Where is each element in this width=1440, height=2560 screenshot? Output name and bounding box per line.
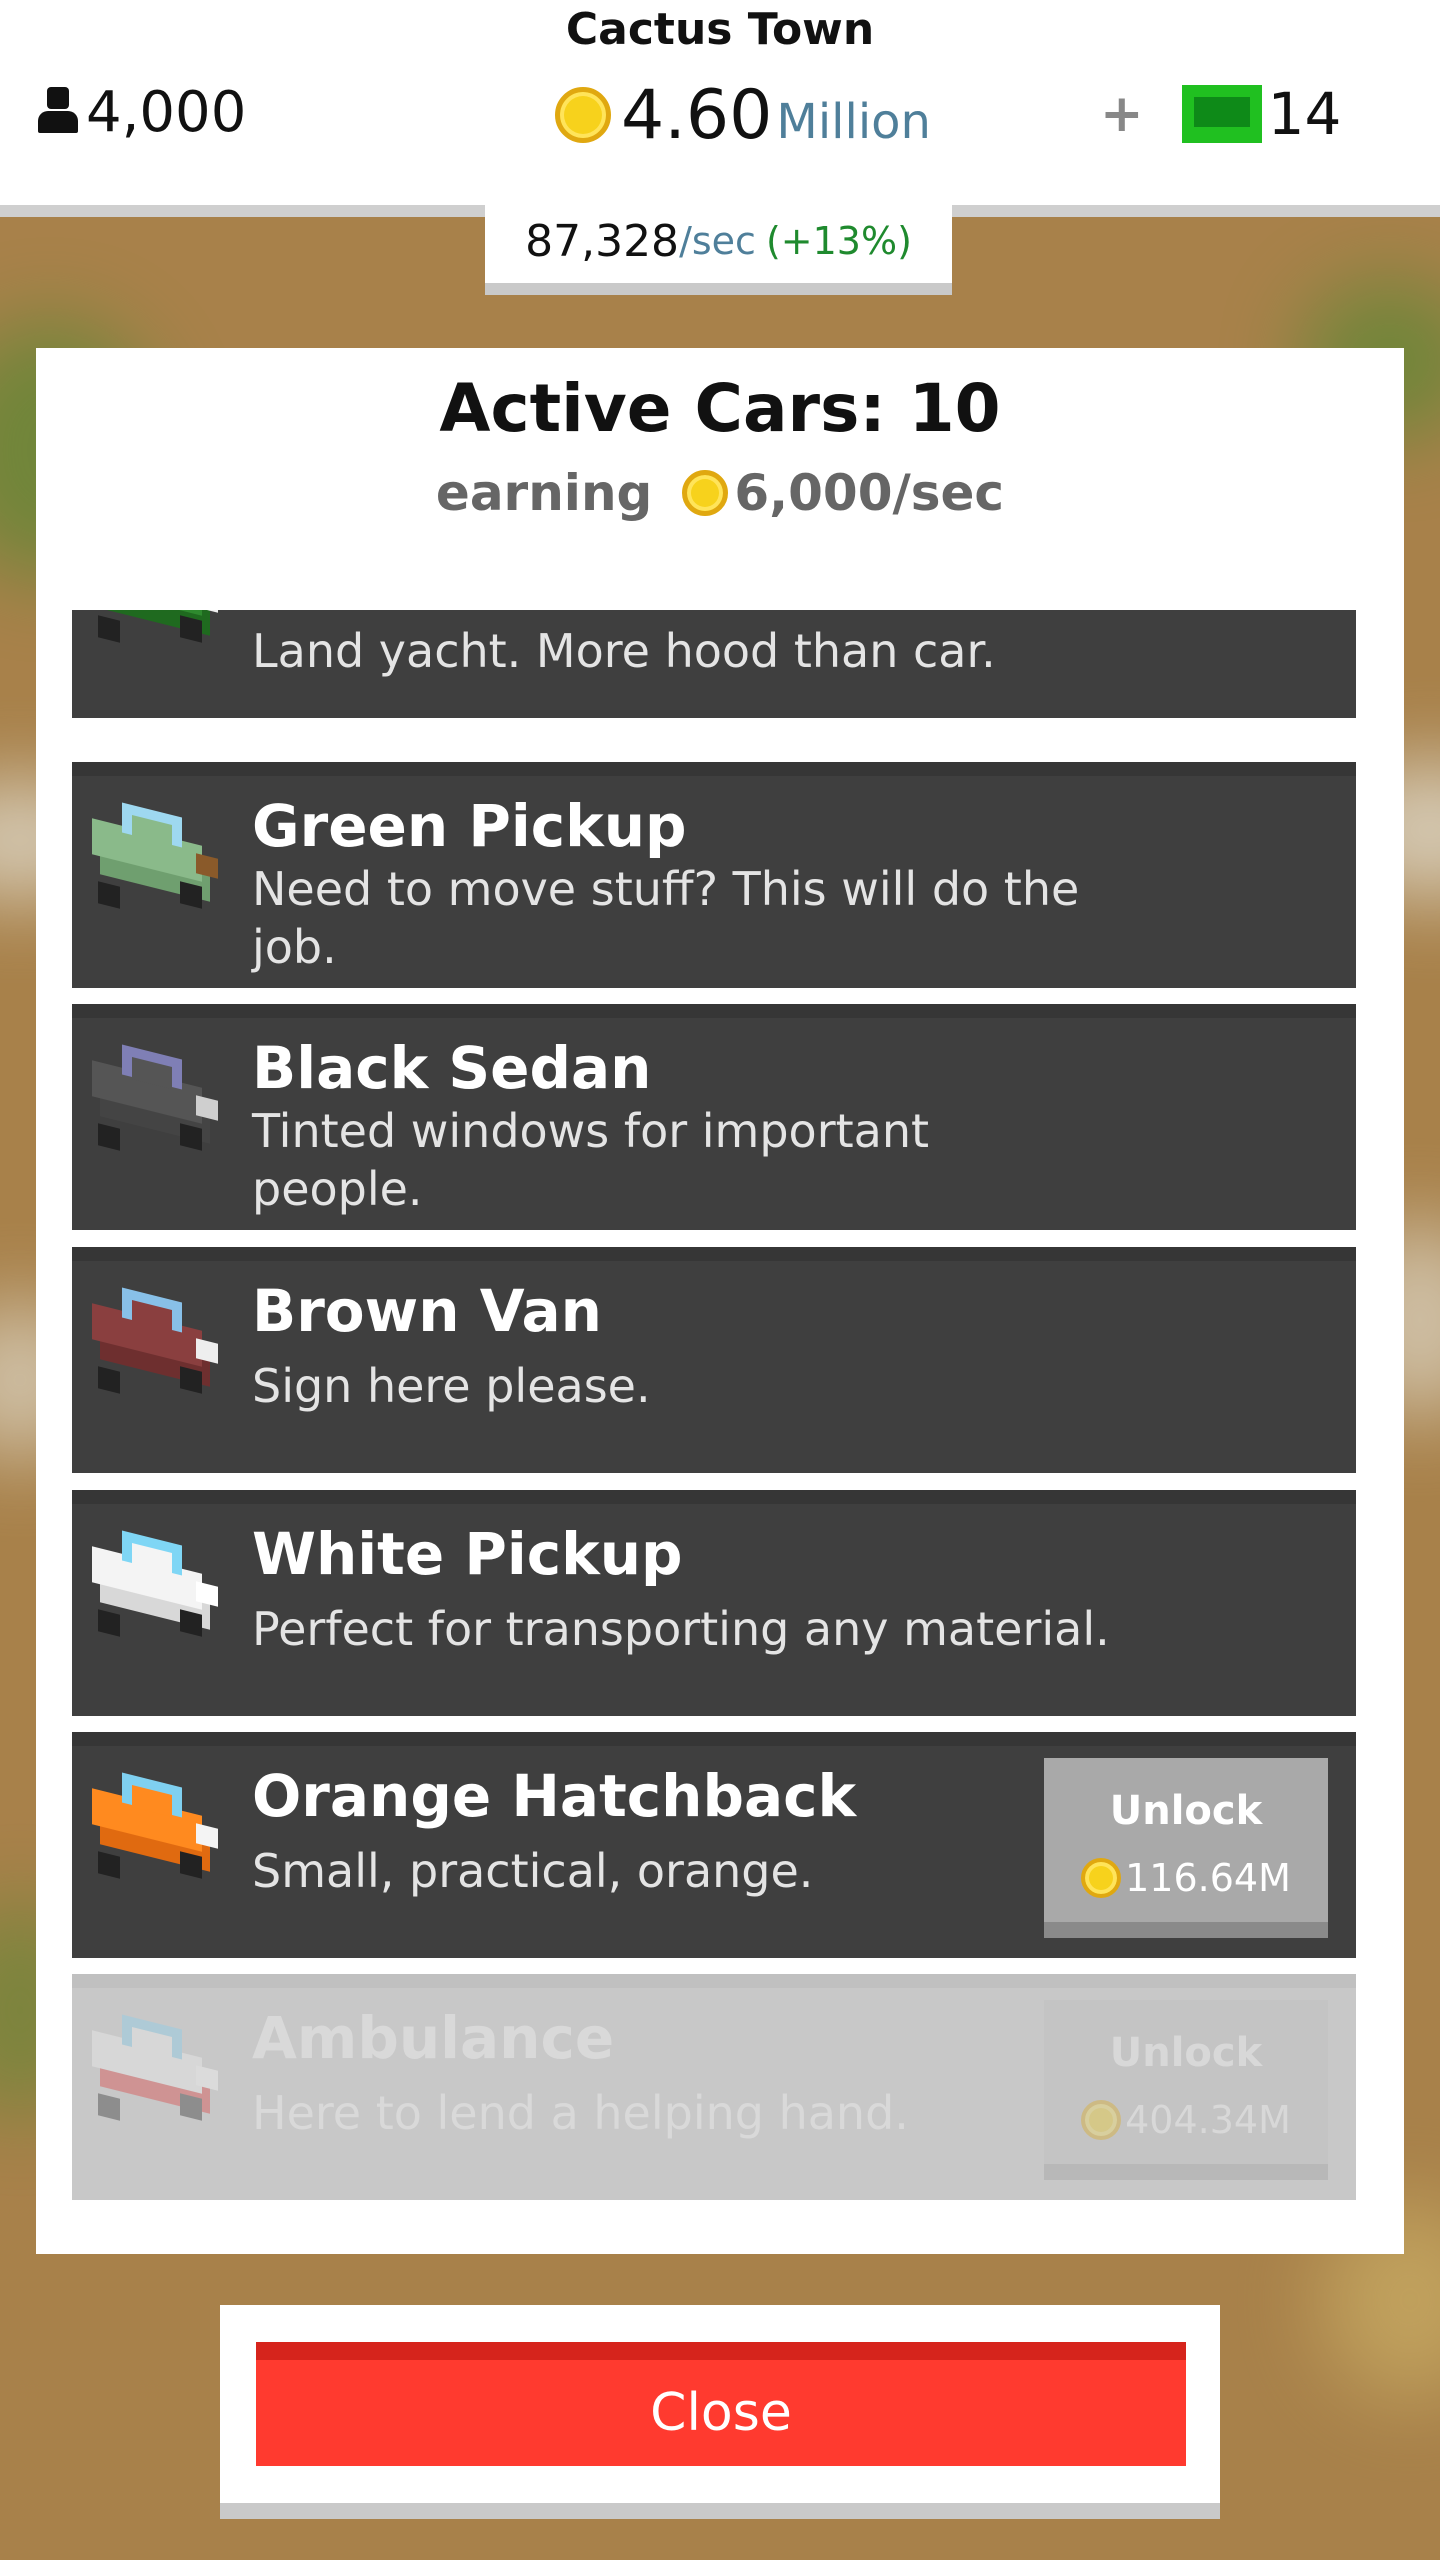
car-description: Perfect for transporting any material. [252,1602,1110,1656]
close-label: Close [650,2383,792,2443]
car-wheel [98,881,120,909]
coin-icon [682,470,729,516]
earning-line: earning 6,000/sec [36,458,1404,528]
car-name: Ambulance [252,2004,615,2072]
gem-count: 14 [1267,80,1342,148]
unlock-label: Unlock [1109,2030,1263,2076]
car-row-orange-hatchback[interactable]: Orange Hatchback Small, practical, orang… [72,1732,1356,1958]
car-icon [92,610,222,656]
unlock-button[interactable]: Unlock 404.34M [1044,2000,1328,2180]
car-wheel [180,1609,202,1637]
car-row-ambulance: Ambulance Here to lend a helping hand. U… [72,1974,1356,2200]
person-icon [36,87,80,137]
unlock-button[interactable]: Unlock 116.64M [1044,1758,1328,1938]
car-icon [92,792,222,922]
car-name: Green Pickup [252,792,687,860]
car-wheel [98,1851,120,1879]
panel-title: Active Cars: 10 [439,370,1001,447]
gem-counter: + 14 [1100,74,1341,154]
coin-icon [555,87,611,143]
car-description: Sign here please. [252,1359,651,1413]
rate-value: 87,328 [525,215,680,267]
car-wheel [98,1123,120,1151]
car-description: Small, practical, orange. [252,1844,814,1898]
unlock-price: 116.64M [1044,1856,1328,1900]
unlock-label: Unlock [1109,1788,1263,1834]
population-value: 4,000 [86,79,247,145]
rate-bonus: (+13%) [765,219,912,263]
car-wheel [180,1851,202,1879]
city-name: Cactus Town [565,4,875,55]
car-row-white-pickup[interactable]: White Pickup Perfect for transporting an… [72,1490,1356,1716]
car-icon [92,2004,222,2134]
money-unit: Million [776,94,931,150]
car-wheel [98,1609,120,1637]
car-name: Black Sedan [252,1034,652,1102]
unlock-price: 404.34M [1044,2098,1328,2142]
earning-label: earning [435,464,653,522]
car-wheel [180,1366,202,1394]
income-rate: 87,328 /sec (+13%) [485,205,952,277]
car-name: Orange Hatchback [252,1762,857,1830]
car-icon [92,1034,222,1164]
money-amount: 4.60 [621,75,773,155]
car-row-green-pickup[interactable]: Green Pickup Need to move stuff? This wi… [72,762,1356,988]
car-wheel [98,1366,120,1394]
car-description: Land yacht. More hood than car. [252,624,996,678]
gem-icon [1181,85,1262,143]
coin-icon [1081,1858,1122,1898]
car-wheel [98,615,120,643]
car-description: Here to lend a helping hand. [252,2086,909,2140]
car-description: Need to move stuff? This will do the job… [252,862,1080,974]
car-icon [92,1277,222,1407]
population-counter: 4,000 [36,72,246,152]
car-list[interactable]: Land yacht. More hood than car. Green Pi… [72,610,1356,2200]
plus-icon[interactable]: + [1100,84,1144,144]
car-row-brown-van[interactable]: Brown Van Sign here please. [72,1247,1356,1473]
car-wheel [180,1123,202,1151]
coin-icon [1081,2100,1122,2140]
car-description: Tinted windows for important people. [252,1104,930,1216]
unlock-price-value: 116.64M [1125,1856,1291,1900]
car-name: White Pickup [252,1520,683,1588]
rate-unit: /sec [679,219,756,263]
car-row-black-sedan[interactable]: Black Sedan Tinted windows for important… [72,1004,1356,1230]
car-wheel [180,615,202,643]
car-name: Brown Van [252,1277,602,1345]
car-wheel [180,2093,202,2121]
earning-value: 6,000/sec [734,464,1005,522]
close-button[interactable]: Close [256,2342,1186,2466]
car-wheel [180,881,202,909]
car-wheel [98,2093,120,2121]
car-icon [92,1762,222,1892]
car-row-land-yacht[interactable]: Land yacht. More hood than car. [72,610,1356,718]
unlock-price-value: 404.34M [1125,2098,1291,2142]
car-icon [92,1520,222,1650]
money-counter: 4.60 Million [555,70,931,160]
